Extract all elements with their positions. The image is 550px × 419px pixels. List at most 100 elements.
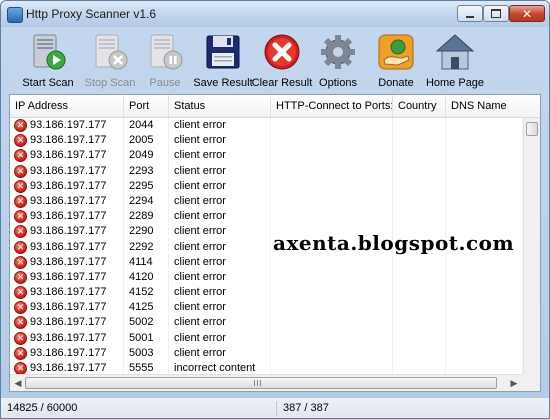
column-header-port[interactable]: Port bbox=[124, 95, 169, 117]
house-icon bbox=[435, 34, 475, 70]
country-cell bbox=[393, 163, 446, 179]
status-cell: client error bbox=[169, 193, 271, 210]
floppy-disk-icon bbox=[206, 35, 240, 69]
table-row[interactable]: ✕ 93.186.197.177 4125 client error bbox=[10, 300, 523, 316]
pause-button[interactable]: Pause bbox=[143, 28, 187, 91]
conn-cell bbox=[271, 315, 393, 331]
table-row[interactable]: ✕ 93.186.197.177 5001 client error bbox=[10, 330, 523, 346]
error-icon: ✕ bbox=[14, 316, 27, 330]
start-scan-button[interactable]: Start Scan bbox=[17, 28, 79, 91]
table-header: IP Address Port Status HTTP-Connect to P… bbox=[10, 95, 540, 118]
port-cell: 2292 bbox=[124, 239, 169, 255]
maximize-icon bbox=[491, 9, 501, 18]
vertical-scrollbar[interactable] bbox=[523, 118, 540, 374]
table-row[interactable]: ✕ 93.186.197.177 2049 client error bbox=[10, 148, 523, 164]
port-cell: 2293 bbox=[124, 163, 169, 179]
dns-cell bbox=[446, 254, 523, 270]
column-header-http-connect[interactable]: HTTP-Connect to Ports: bbox=[271, 95, 393, 117]
table-row[interactable]: ✕ 93.186.197.177 5002 client error bbox=[10, 315, 523, 331]
table-row[interactable]: ✕ 93.186.197.177 2289 client error bbox=[10, 209, 523, 225]
status-cell: client error bbox=[169, 133, 271, 149]
table-row[interactable]: ✕ 93.186.197.177 2295 client error bbox=[10, 178, 523, 194]
port-cell: 5001 bbox=[124, 330, 169, 346]
status-cell: client error bbox=[169, 239, 271, 255]
ip-text: 93.186.197.177 bbox=[30, 286, 107, 299]
maximize-button[interactable] bbox=[483, 5, 509, 22]
table-row[interactable]: ✕ 93.186.197.177 4120 client error bbox=[10, 269, 523, 286]
scroll-left-arrow-icon[interactable]: ◀ bbox=[11, 376, 25, 390]
server-pause-icon bbox=[150, 34, 183, 70]
port-cell: 4125 bbox=[124, 300, 169, 316]
table-row[interactable]: ✕ 93.186.197.177 2293 client error bbox=[10, 163, 523, 179]
watermark: axenta.blogspot.com bbox=[273, 231, 515, 255]
toolbar: Start Scan Stop Scan Pause Save Result C… bbox=[9, 28, 541, 91]
dns-cell bbox=[446, 133, 523, 149]
ip-text: 93.186.197.177 bbox=[30, 179, 107, 192]
error-icon: ✕ bbox=[14, 194, 27, 208]
dns-cell bbox=[446, 315, 523, 331]
save-result-label: Save Result bbox=[193, 77, 253, 89]
error-icon: ✕ bbox=[14, 210, 27, 224]
close-button[interactable]: ✕ bbox=[509, 5, 545, 22]
port-cell: 2295 bbox=[124, 178, 169, 194]
app-icon bbox=[7, 7, 23, 23]
column-header-status[interactable]: Status bbox=[169, 95, 271, 117]
port-cell: 4114 bbox=[124, 254, 169, 270]
server-start-icon bbox=[33, 34, 66, 70]
port-cell: 4120 bbox=[124, 269, 169, 286]
status-cell: client error bbox=[169, 345, 271, 361]
home-page-button[interactable]: Home Page bbox=[426, 28, 484, 91]
ip-text: 93.186.197.177 bbox=[30, 240, 107, 253]
country-cell bbox=[393, 133, 446, 149]
dns-cell bbox=[446, 209, 523, 225]
dns-cell bbox=[446, 163, 523, 179]
table-row[interactable]: ✕ 93.186.197.177 2294 client error bbox=[10, 193, 523, 210]
ip-cell: ✕ 93.186.197.177 bbox=[10, 209, 124, 225]
dns-cell bbox=[446, 148, 523, 164]
column-header-ip[interactable]: IP Address bbox=[10, 95, 124, 117]
column-header-dns-name[interactable]: DNS Name bbox=[446, 95, 540, 117]
table-row[interactable]: ✕ 93.186.197.177 5003 client error bbox=[10, 345, 523, 361]
table-row[interactable]: ✕ 93.186.197.177 4114 client error bbox=[10, 254, 523, 270]
error-icon: ✕ bbox=[14, 346, 27, 360]
ip-text: 93.186.197.177 bbox=[30, 362, 107, 374]
ip-text: 93.186.197.177 bbox=[30, 210, 107, 223]
title-bar[interactable]: Http Proxy Scanner v1.6 ✕ bbox=[1, 1, 549, 27]
column-header-country[interactable]: Country bbox=[393, 95, 446, 117]
scroll-right-arrow-icon[interactable]: ▶ bbox=[507, 376, 521, 390]
stop-scan-button[interactable]: Stop Scan bbox=[81, 28, 139, 91]
horizontal-scrollbar[interactable]: ◀ ▶ bbox=[10, 374, 523, 391]
ip-text: 93.186.197.177 bbox=[30, 134, 107, 147]
ip-cell: ✕ 93.186.197.177 bbox=[10, 163, 124, 179]
ip-text: 93.186.197.177 bbox=[30, 164, 107, 177]
table-row[interactable]: ✕ 93.186.197.177 4152 client error bbox=[10, 285, 523, 301]
status-cell: client error bbox=[169, 315, 271, 331]
error-icon: ✕ bbox=[14, 331, 27, 345]
country-cell bbox=[393, 345, 446, 361]
pause-label: Pause bbox=[149, 77, 181, 89]
close-icon: ✕ bbox=[521, 6, 533, 21]
minimize-icon bbox=[466, 15, 474, 18]
vertical-scroll-thumb[interactable] bbox=[526, 122, 538, 136]
port-cell: 2294 bbox=[124, 193, 169, 210]
clear-result-button[interactable]: Clear Result bbox=[252, 28, 312, 91]
country-cell bbox=[393, 148, 446, 164]
ip-text: 93.186.197.177 bbox=[30, 149, 107, 162]
country-cell bbox=[393, 118, 446, 134]
error-icon: ✕ bbox=[14, 255, 27, 269]
error-icon: ✕ bbox=[14, 179, 27, 193]
table-row[interactable]: ✕ 93.186.197.177 2005 client error bbox=[10, 133, 523, 149]
dns-cell bbox=[446, 269, 523, 286]
table-row[interactable]: ✕ 93.186.197.177 2044 client error bbox=[10, 118, 523, 134]
horizontal-scroll-thumb[interactable] bbox=[25, 377, 497, 389]
port-cell: 2290 bbox=[124, 224, 169, 240]
save-result-button[interactable]: Save Result bbox=[193, 28, 253, 91]
status-cell: client error bbox=[169, 178, 271, 194]
minimize-button[interactable] bbox=[457, 5, 483, 22]
options-button[interactable]: Options bbox=[315, 28, 361, 91]
ip-cell: ✕ 93.186.197.177 bbox=[10, 133, 124, 149]
donate-button[interactable]: Donate bbox=[373, 28, 419, 91]
country-cell bbox=[393, 285, 446, 301]
country-cell bbox=[393, 315, 446, 331]
dns-cell bbox=[446, 178, 523, 194]
